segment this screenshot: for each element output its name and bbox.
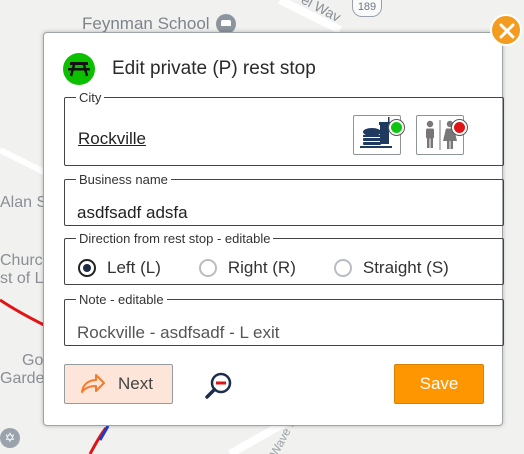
radio-left-label: Left (L) bbox=[107, 258, 161, 277]
city-link[interactable]: Rockville bbox=[78, 129, 146, 149]
save-button[interactable]: Save bbox=[394, 364, 484, 404]
food-amenity-button[interactable] bbox=[353, 115, 404, 155]
map-label-church: Churc bbox=[0, 252, 43, 269]
close-button[interactable] bbox=[490, 14, 522, 46]
radio-straight[interactable] bbox=[333, 259, 352, 277]
direction-option-left[interactable]: Left (L) bbox=[78, 258, 161, 278]
close-icon bbox=[499, 23, 515, 39]
radio-right-label: Right (R) bbox=[227, 258, 296, 277]
business-name-fieldset: Business name asdfsadf adsfa bbox=[64, 172, 504, 226]
direction-legend: Direction from rest stop - editable bbox=[79, 231, 271, 246]
forward-arrow-icon bbox=[81, 374, 105, 393]
note-legend: Note - editable bbox=[79, 292, 164, 307]
city-legend: City bbox=[79, 90, 102, 105]
radio-left[interactable] bbox=[78, 259, 96, 277]
direction-fieldset: Direction from rest stop - editable Left… bbox=[64, 231, 504, 285]
radio-straight-label: Straight (S) bbox=[362, 258, 449, 277]
edit-rest-stop-dialog: Edit private (P) rest stop City Rockvill… bbox=[43, 32, 504, 426]
map-label-alan: Alan S bbox=[0, 194, 48, 211]
next-button-label: Next bbox=[118, 374, 153, 393]
highway-shield: 189 bbox=[352, 0, 382, 17]
map-label-st-of: st of L bbox=[0, 270, 44, 287]
direction-option-right[interactable]: Right (R) bbox=[198, 258, 296, 278]
dialog-title: Edit private (P) rest stop bbox=[112, 58, 316, 79]
note-input[interactable]: Rockville - asdfsadf - L exit bbox=[77, 323, 280, 343]
school-pin-icon[interactable] bbox=[216, 14, 236, 34]
city-fieldset: City Rockville bbox=[64, 90, 504, 166]
zoom-out-icon bbox=[205, 372, 232, 399]
direction-option-straight[interactable]: Straight (S) bbox=[333, 258, 449, 278]
dialog-header: Edit private (P) rest stop bbox=[63, 53, 316, 85]
business-name-legend: Business name bbox=[79, 172, 168, 187]
restroom-status-dot bbox=[452, 120, 467, 135]
radio-right[interactable] bbox=[198, 259, 217, 277]
map-label-go: Go bbox=[22, 352, 44, 369]
restroom-amenity-button[interactable] bbox=[416, 115, 467, 155]
food-status-dot bbox=[389, 120, 404, 135]
zoom-out-button[interactable] bbox=[203, 370, 235, 402]
business-name-value: asdfsadf adsfa bbox=[77, 203, 188, 222]
note-fieldset[interactable]: Note - editable Rockville - asdfsadf - L… bbox=[64, 292, 504, 346]
direction-radio-group: Left (L) Right (R) Straight (S) bbox=[78, 258, 449, 278]
map-label-school: Feynman School bbox=[82, 14, 210, 33]
next-button[interactable]: Next bbox=[64, 364, 173, 404]
star-pin-icon[interactable]: ✡ bbox=[0, 428, 20, 448]
picnic-table-icon bbox=[63, 53, 95, 85]
